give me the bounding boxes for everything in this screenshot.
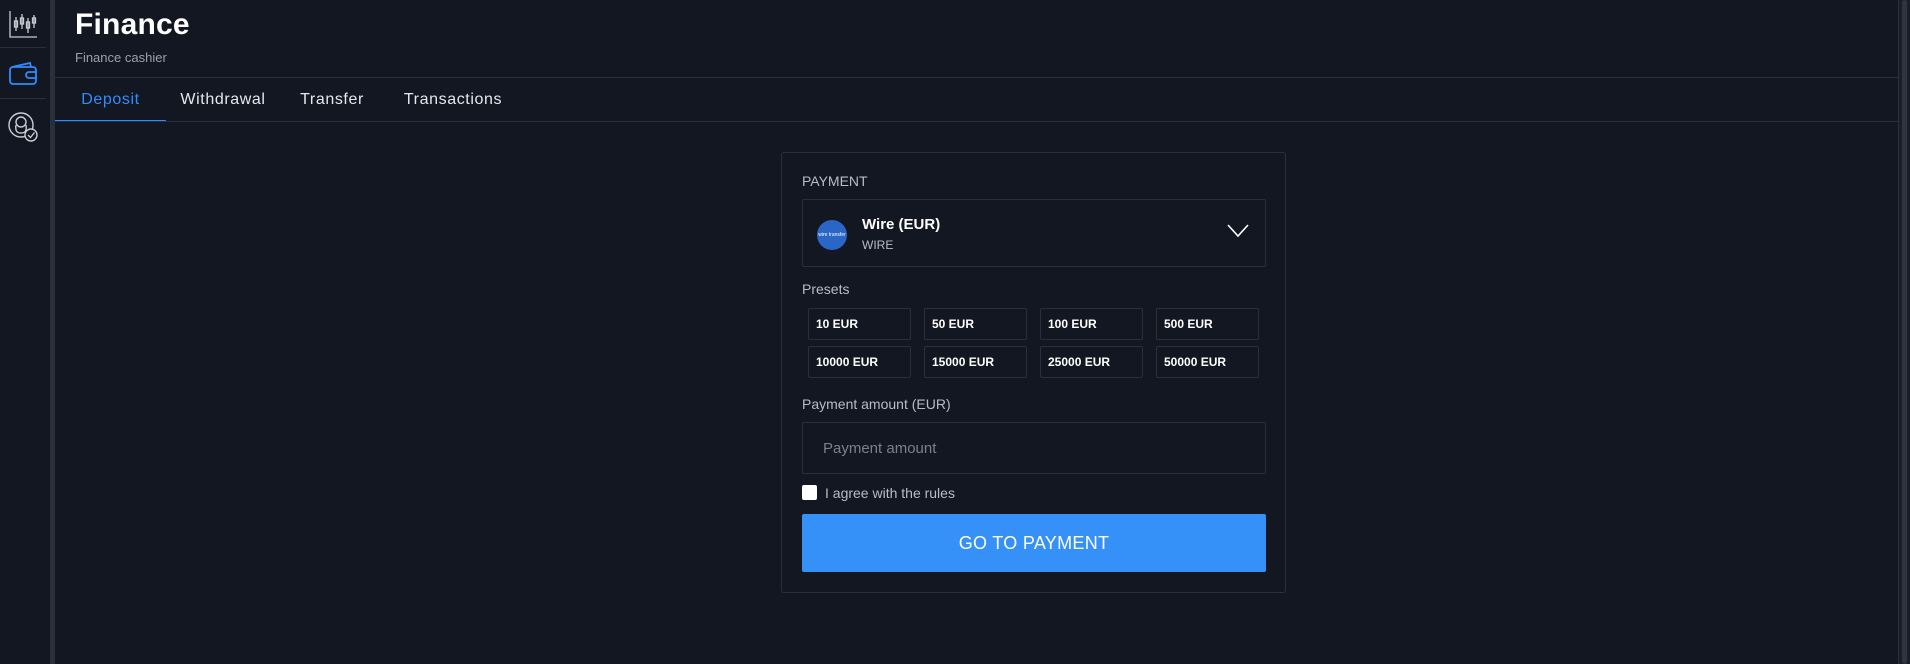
tab-deposit[interactable]: Deposit (55, 78, 166, 122)
vertical-scrollbar[interactable] (1898, 0, 1910, 664)
presets-label: Presets (802, 281, 850, 297)
amount-label: Payment amount (EUR) (802, 396, 951, 412)
payment-method-select[interactable]: wire transfer Wire (EUR) WIRE (802, 199, 1266, 267)
preset-button[interactable]: 100 EUR (1040, 308, 1143, 340)
page-title: Finance (75, 8, 190, 41)
agree-label: I agree with the rules (825, 485, 955, 501)
chart-icon (9, 10, 37, 38)
wire-transfer-logo-text: wire transfer (818, 231, 846, 238)
wallet-icon (9, 61, 37, 85)
preset-button[interactable]: 10 EUR (808, 308, 911, 340)
preset-button[interactable]: 15000 EUR (924, 346, 1027, 378)
payment-method-code: WIRE (862, 238, 894, 252)
go-to-payment-button[interactable]: GO TO PAYMENT (802, 514, 1266, 572)
user-verified-icon (8, 112, 38, 142)
preset-button[interactable]: 50 EUR (924, 308, 1027, 340)
tab-transfer[interactable]: Transfer (280, 78, 384, 122)
agree-checkbox[interactable] (802, 485, 817, 500)
payment-section-label: PAYMENT (802, 173, 868, 189)
wire-transfer-logo: wire transfer (817, 220, 847, 250)
page-subtitle: Finance cashier (75, 50, 167, 65)
payment-amount-input[interactable] (802, 422, 1266, 474)
rail-wallet-button[interactable] (0, 49, 46, 99)
payment-method-name: Wire (EUR) (862, 216, 941, 233)
deposit-card: PAYMENT wire transfer Wire (EUR) WIRE Pr… (781, 152, 1286, 593)
finance-app: Finance Finance cashier Deposit Withdraw… (0, 0, 1910, 664)
rail-chart-button[interactable] (0, 0, 46, 48)
icon-rail (0, 0, 50, 664)
scrollbar-thumb[interactable] (1902, 0, 1907, 664)
main-content: Finance Finance cashier Deposit Withdraw… (55, 0, 1898, 664)
tabs-divider (55, 121, 1898, 122)
tab-withdrawal[interactable]: Withdrawal (166, 78, 280, 122)
preset-button[interactable]: 25000 EUR (1040, 346, 1143, 378)
rail-profile-button[interactable] (0, 100, 46, 154)
preset-button[interactable]: 50000 EUR (1156, 346, 1259, 378)
finance-tabs: Deposit Withdrawal Transfer Transactions (55, 78, 1898, 122)
chevron-down-icon (1227, 224, 1249, 238)
preset-button[interactable]: 10000 EUR (808, 346, 911, 378)
preset-button[interactable]: 500 EUR (1156, 308, 1259, 340)
tab-transactions[interactable]: Transactions (384, 78, 522, 122)
